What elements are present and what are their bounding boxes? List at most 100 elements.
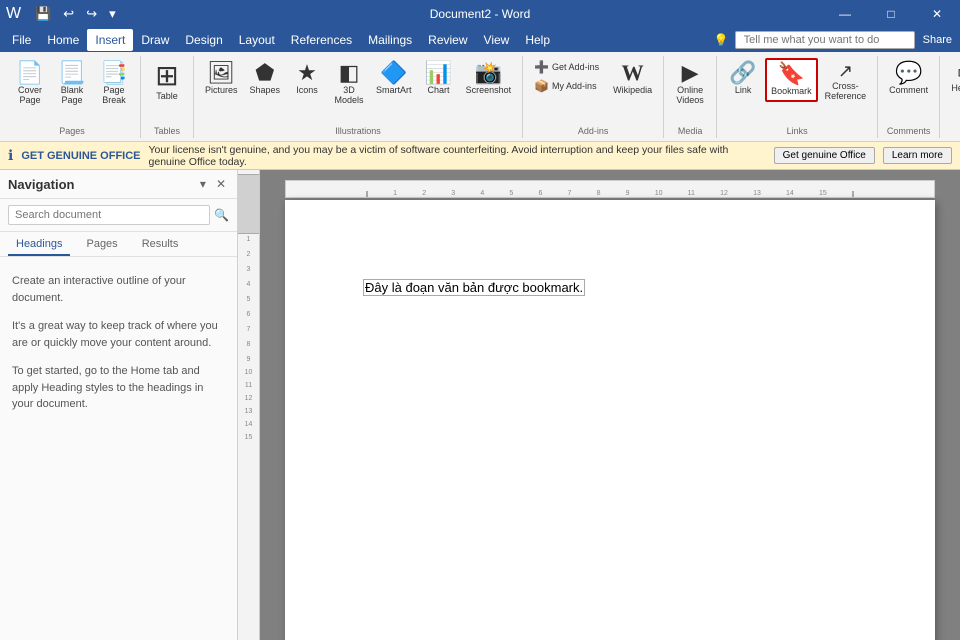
ribbon-group-comments: 💬 Comment Comments	[878, 56, 940, 138]
ribbon-group-pages: 📄 CoverPage 📃 BlankPage 📑 PageBreak Page…	[4, 56, 141, 138]
nav-title: Navigation	[8, 177, 74, 192]
info-bar: ℹ GET GENUINE OFFICE Your license isn't …	[0, 142, 960, 170]
pages-buttons: 📄 CoverPage 📃 BlankPage 📑 PageBreak	[10, 58, 134, 110]
tables-buttons: ⊞ Table	[147, 58, 187, 106]
link-button[interactable]: 🔗 Link	[723, 58, 763, 100]
menu-references[interactable]: References	[283, 29, 360, 51]
tab-pages[interactable]: Pages	[78, 234, 125, 256]
page-break-icon: 📑	[100, 62, 127, 84]
my-addins-icon: 📦	[534, 79, 549, 93]
page-content: Đây là đoạn văn bản được bookmark.	[365, 280, 855, 295]
link-icon: 🔗	[729, 62, 756, 84]
get-addins-button[interactable]: ➕ Get Add-ins	[529, 58, 604, 76]
navigation-panel: Navigation ▾ ✕ 🔍 Headings Pages Results …	[0, 170, 238, 640]
cover-page-button[interactable]: 📄 CoverPage	[10, 58, 50, 110]
minimize-button[interactable]: —	[822, 0, 868, 28]
comment-button[interactable]: 💬 Comment	[884, 58, 933, 100]
menu-help[interactable]: Help	[517, 29, 558, 51]
nav-close-button[interactable]: ✕	[213, 176, 229, 192]
media-group-label: Media	[678, 126, 703, 138]
get-genuine-button[interactable]: Get genuine Office	[774, 147, 875, 164]
smartart-icon: 🔷	[380, 62, 407, 84]
learn-more-button[interactable]: Learn more	[883, 147, 952, 164]
screenshot-button[interactable]: 📸 Screenshot	[461, 58, 517, 100]
illustrations-group-label: Illustrations	[335, 126, 381, 138]
menu-home[interactable]: Home	[39, 29, 87, 51]
window-controls: — □ ✕	[822, 0, 960, 28]
nav-content-p3: To get started, go to the Home tab and a…	[12, 363, 225, 413]
undo-button[interactable]: ↩	[59, 4, 78, 24]
chart-button[interactable]: 📊 Chart	[419, 58, 459, 100]
comments-group-label: Comments	[887, 126, 931, 138]
wikipedia-button[interactable]: W Wikipedia	[608, 58, 657, 100]
shapes-button[interactable]: ⬟ Shapes	[245, 58, 286, 100]
maximize-button[interactable]: □	[868, 0, 914, 28]
nav-menu-button[interactable]: ▾	[197, 176, 209, 192]
menu-bar: File Home Insert Draw Design Layout Refe…	[0, 28, 960, 52]
icons-button[interactable]: ★ Icons	[287, 58, 327, 100]
get-addins-icon: ➕	[534, 60, 549, 74]
pictures-button[interactable]: 🖼 Pictures	[200, 58, 243, 100]
media-buttons: ▶ OnlineVideos	[670, 58, 710, 110]
wikipedia-icon: W	[622, 62, 644, 84]
bookmarked-region: Đây là đoạn văn bản được bookmark.	[365, 280, 583, 295]
tab-headings[interactable]: Headings	[8, 234, 70, 256]
online-videos-button[interactable]: ▶ OnlineVideos	[670, 58, 710, 110]
document-title: Document2 - Word	[430, 7, 530, 21]
screenshot-icon: 📸	[475, 62, 502, 84]
page-break-button[interactable]: 📑 PageBreak	[94, 58, 134, 110]
menu-layout[interactable]: Layout	[231, 29, 283, 51]
tell-me-input[interactable]	[735, 31, 915, 49]
nav-content-p1: Create an interactive outline of your do…	[12, 273, 225, 306]
table-icon: ⊞	[155, 62, 178, 90]
close-button[interactable]: ✕	[914, 0, 960, 28]
menu-mailings[interactable]: Mailings	[360, 29, 420, 51]
menu-design[interactable]: Design	[177, 29, 230, 51]
document-wrapper: 1 2 3 4 5 6 7 8 9 10 11 12 13 14 15	[238, 170, 960, 640]
vertical-ruler: 1 2 3 4 5 6 7 8 9 10 11 12 13 14 15	[238, 170, 260, 640]
bookmark-button[interactable]: 🔖 Bookmark	[765, 58, 818, 102]
info-icon: ℹ	[8, 147, 13, 164]
header-footer-buttons: ▭ Header ▬ Footer # PageNumber	[946, 58, 960, 106]
pictures-icon: 🖼	[207, 62, 235, 84]
tables-group-label: Tables	[154, 126, 180, 138]
table-button[interactable]: ⊞ Table	[147, 58, 187, 106]
document-scroll-area[interactable]: 12345 678910 1112131415 Đây là đoạn văn …	[260, 170, 960, 640]
ribbon-group-addins: ➕ Get Add-ins 📦 My Add-ins W Wikipedia A…	[523, 56, 664, 138]
tab-results[interactable]: Results	[134, 234, 187, 256]
ribbon-group-media: ▶ OnlineVideos Media	[664, 56, 717, 138]
menu-view[interactable]: View	[476, 29, 518, 51]
search-input[interactable]	[8, 205, 210, 225]
share-button[interactable]: Share	[923, 34, 952, 46]
comments-buttons: 💬 Comment	[884, 58, 933, 100]
redo-button[interactable]: ↪	[82, 4, 101, 24]
nav-header: Navigation ▾ ✕	[0, 170, 237, 199]
blank-page-button[interactable]: 📃 BlankPage	[52, 58, 92, 110]
menu-review[interactable]: Review	[420, 29, 475, 51]
bookmarked-text: Đây là đoạn văn bản được bookmark.	[365, 280, 583, 295]
menu-insert[interactable]: Insert	[87, 29, 133, 51]
title-bar: W 💾 ↩ ↪ ▾ Document2 - Word — □ ✕	[0, 0, 960, 28]
smartart-button[interactable]: 🔷 SmartArt	[371, 58, 417, 100]
ribbon-group-tables: ⊞ Table Tables	[141, 56, 194, 138]
online-videos-icon: ▶	[682, 62, 699, 84]
3d-models-icon: ◧	[339, 62, 360, 84]
save-button[interactable]: 💾	[31, 4, 55, 24]
shapes-icon: ⬟	[255, 62, 274, 84]
addins-stack: ➕ Get Add-ins 📦 My Add-ins	[529, 58, 604, 95]
menu-file[interactable]: File	[4, 29, 39, 51]
header-button[interactable]: ▭ Header	[946, 58, 960, 98]
illustrations-buttons: 🖼 Pictures ⬟ Shapes ★ Icons ◧ 3DModels 🔷…	[200, 58, 516, 110]
menu-draw[interactable]: Draw	[133, 29, 177, 51]
nav-tabs: Headings Pages Results	[0, 232, 237, 257]
search-button[interactable]: 🔍	[214, 208, 229, 222]
cross-reference-button[interactable]: ↗ Cross-Reference	[820, 58, 872, 106]
cross-reference-icon: ↗	[838, 62, 853, 80]
quick-access-toolbar: W 💾 ↩ ↪ ▾	[0, 4, 120, 24]
my-addins-button[interactable]: 📦 My Add-ins	[529, 77, 604, 95]
customize-button[interactable]: ▾	[105, 4, 120, 24]
info-text: Your license isn't genuine, and you may …	[149, 144, 766, 168]
bookmark-icon: 🔖	[778, 63, 805, 85]
3d-models-button[interactable]: ◧ 3DModels	[329, 58, 369, 110]
ribbon-group-links: 🔗 Link 🔖 Bookmark ↗ Cross-Reference Link…	[717, 56, 878, 138]
